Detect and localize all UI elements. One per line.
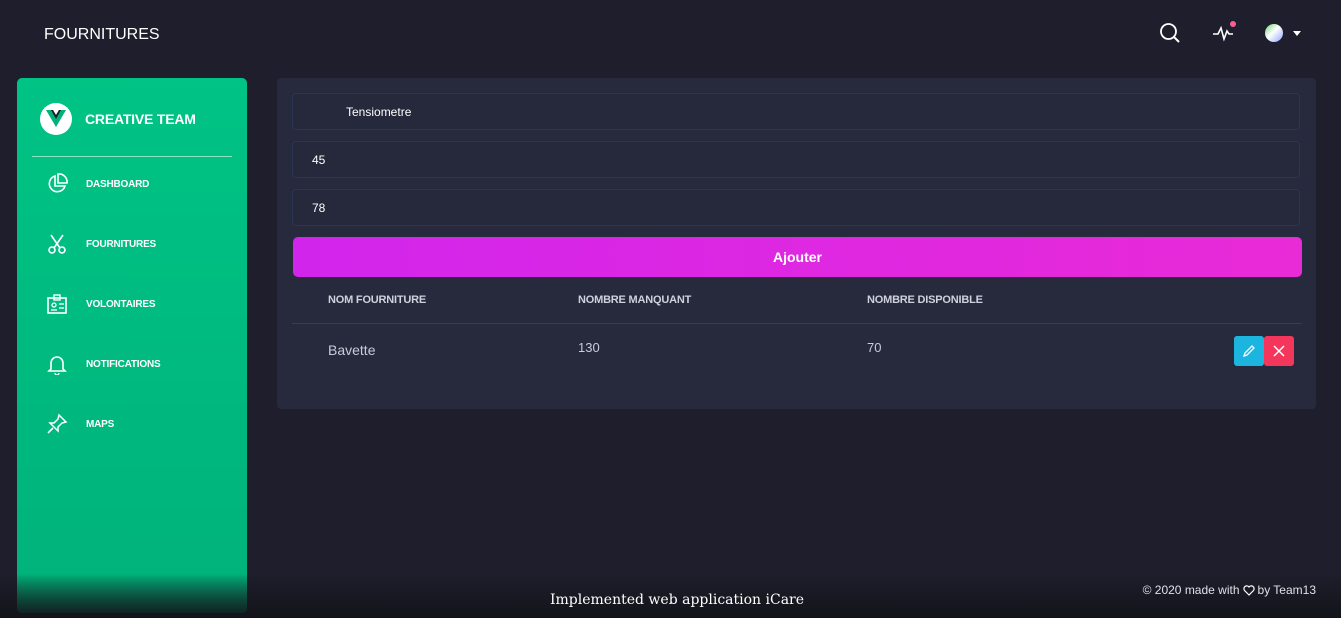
bell-icon <box>46 353 68 375</box>
avatar <box>1265 24 1283 42</box>
name-field-value: Tensiometre <box>346 104 412 119</box>
pulse-icon[interactable] <box>1211 20 1237 46</box>
fournitures-card: Tensiometre 45 78 Ajouter NOM FOURNITURE… <box>277 78 1316 409</box>
caret-down-icon <box>1293 30 1301 36</box>
column-header-available: NOMBRE DISPONIBLE <box>867 294 983 306</box>
copyright-prefix: © 2020 made with <box>1142 583 1240 597</box>
badge-icon <box>46 293 68 315</box>
sidebar-item-maps[interactable]: MAPS <box>46 413 114 435</box>
sidebar-item-dashboard[interactable]: DASHBOARD <box>46 173 149 195</box>
column-header-missing: NOMBRE MANQUANT <box>578 294 692 306</box>
search-icon[interactable] <box>1157 20 1183 46</box>
page-title: FOURNITURES <box>44 26 160 43</box>
pin-icon <box>46 413 68 435</box>
divider <box>32 156 232 157</box>
add-button[interactable]: Ajouter <box>293 237 1302 277</box>
vue-logo-icon <box>40 102 72 135</box>
column-header-name: NOM FOURNITURE <box>328 294 427 306</box>
close-icon <box>1273 345 1285 357</box>
cell-name: Bavette <box>328 342 376 358</box>
name-field[interactable]: Tensiometre <box>292 93 1300 130</box>
sidebar-item-fournitures[interactable]: FOURNITURES <box>46 233 156 255</box>
sidebar-item-label: VOLONTAIRES <box>86 298 156 310</box>
notification-dot <box>1230 21 1236 27</box>
sidebar-item-volontaires[interactable]: VOLONTAIRES <box>46 293 155 315</box>
footer-caption: Implemented web application iCare <box>550 592 805 608</box>
delete-button[interactable] <box>1264 336 1294 366</box>
pencil-icon <box>1242 345 1255 358</box>
edit-button[interactable] <box>1234 336 1264 366</box>
missing-count-field[interactable]: 45 <box>292 141 1300 178</box>
sidebar-item-label: FOURNITURES <box>86 238 157 250</box>
sidebar-item-notifications[interactable]: NOTIFICATIONS <box>46 353 161 375</box>
cell-available: 70 <box>867 340 882 355</box>
copyright-suffix: by Team13 <box>1257 583 1316 597</box>
table-divider <box>292 323 1302 324</box>
sidebar: CREATIVE TEAM DASHBOARD FOURNITURES VOLO… <box>17 78 247 613</box>
available-count-field[interactable]: 78 <box>292 189 1300 226</box>
user-menu[interactable] <box>1265 24 1301 42</box>
missing-count-value: 45 <box>312 152 326 167</box>
brand[interactable]: CREATIVE TEAM <box>17 78 247 142</box>
sidebar-item-label: DASHBOARD <box>86 178 150 190</box>
sidebar-item-label: MAPS <box>86 418 115 430</box>
copyright: © 2020 made with by Team13 <box>1143 583 1316 597</box>
brand-name: CREATIVE TEAM <box>85 110 196 127</box>
cell-missing: 130 <box>578 340 600 355</box>
navbar-actions <box>1157 20 1301 46</box>
heart-icon <box>1242 584 1255 596</box>
available-count-value: 78 <box>312 200 326 215</box>
chart-pie-icon <box>46 173 68 195</box>
scissors-icon <box>46 233 68 255</box>
sidebar-item-label: NOTIFICATIONS <box>86 358 161 370</box>
